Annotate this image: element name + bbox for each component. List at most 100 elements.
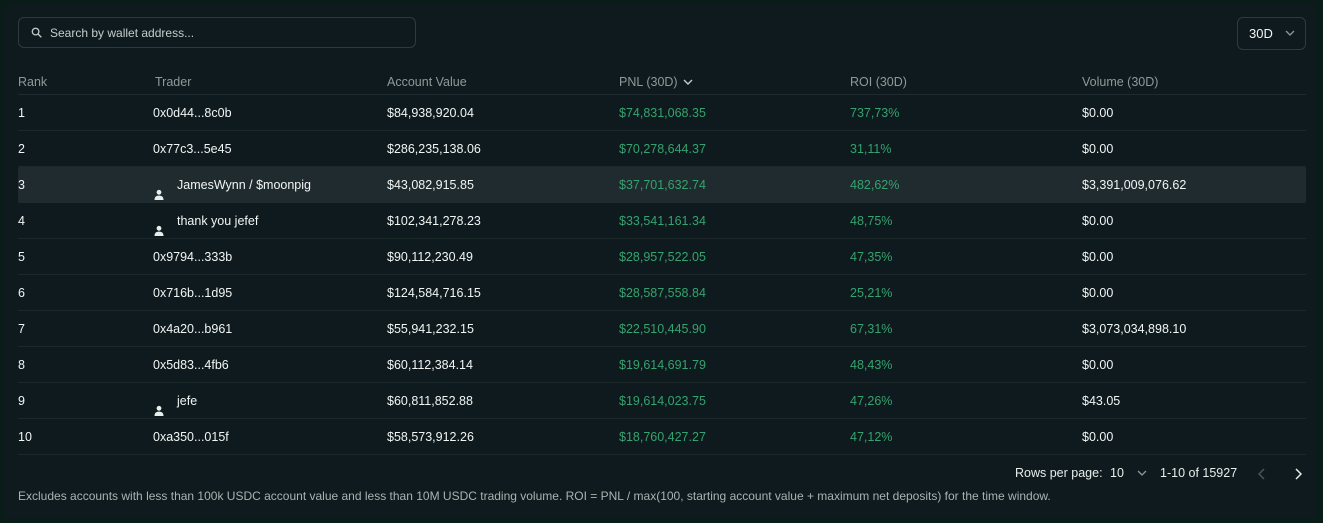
table-row[interactable]: 8 0x5d83...4fb6 $60,112,384.14 $19,614,691.… (18, 347, 1306, 383)
trader-name[interactable]: 0x77c3...5e45 (153, 131, 232, 167)
trader-cell[interactable]: 0x5d83...4fb6 (153, 347, 229, 383)
trader-name[interactable]: jefe (177, 383, 197, 419)
roi-cell: 47,35% (850, 250, 893, 264)
user-icon (153, 179, 165, 200)
pnl-cell: $19,614,691.79 (619, 358, 706, 372)
trader-cell[interactable]: 0x77c3...5e45 (153, 131, 232, 167)
account-value-cell: $84,938,920.04 (387, 106, 474, 120)
column-header-pnl-label: PNL (30D) (619, 75, 678, 89)
search-box[interactable] (18, 17, 416, 48)
rank-cell: 5 (18, 250, 25, 264)
rank-cell: 9 (18, 394, 25, 408)
pnl-cell: $70,278,644.37 (619, 142, 706, 156)
period-select[interactable]: 30D (1237, 17, 1306, 50)
trader-cell[interactable]: 0x0d44...8c0b (153, 95, 232, 131)
trader-name[interactable]: thank you jefef (177, 203, 258, 239)
table-row[interactable]: 10 0xa350...015f $58,573,912.26 $18,760,427… (18, 419, 1306, 455)
volume-cell: $43.05 (1082, 394, 1121, 408)
trader-name[interactable]: 0x0d44...8c0b (153, 95, 232, 131)
account-value-cell: $60,811,852.88 (387, 394, 473, 408)
column-header-pnl[interactable]: PNL (30D) (619, 75, 693, 89)
account-value-cell: $124,584,716.15 (387, 286, 481, 300)
column-header-roi[interactable]: ROI (30D) (850, 75, 907, 89)
user-icon (153, 215, 165, 236)
trader-cell[interactable]: 0x716b...1d95 (153, 275, 232, 311)
account-value-cell: $55,941,232.15 (387, 322, 474, 336)
account-value-cell: $58,573,912.26 (387, 430, 474, 444)
trader-cell[interactable]: thank you jefef (153, 203, 258, 239)
volume-cell: $3,391,009,076.62 (1082, 178, 1187, 192)
table-row[interactable]: 5 0x9794...333b $90,112,230.49 $28,957,522.… (18, 239, 1306, 275)
pnl-cell: $28,957,522.05 (619, 250, 706, 264)
rows-per-page-label: Rows per page: (1015, 466, 1103, 480)
rank-cell: 4 (18, 214, 25, 228)
footnote: Excludes accounts with less than 100k US… (18, 489, 1051, 503)
account-value-cell: $102,341,278.23 (387, 214, 481, 228)
volume-cell: $0.00 (1082, 430, 1114, 444)
volume-cell: $3,073,034,898.10 (1082, 322, 1187, 336)
pnl-cell: $19,614,023.75 (619, 394, 706, 408)
volume-cell: $0.00 (1082, 358, 1114, 372)
table-row[interactable]: 7 0x4a20...b961 $55,941,232.15 $22,510,445.… (18, 311, 1306, 347)
leaderboard-panel: 30D Rank Trader Account Value PNL (30D) … (4, 4, 1316, 518)
table-row[interactable]: 9 jefe $60,811,852.88 $19,614,023.75 47,26% $… (18, 383, 1306, 419)
roi-cell: 737,73% (850, 106, 900, 120)
search-input[interactable] (50, 25, 390, 40)
table-row[interactable]: 4 thank you jefef $102,341,278.23 $33,541,1… (18, 203, 1306, 239)
trader-cell[interactable]: 0x4a20...b961 (153, 311, 232, 347)
trader-name[interactable]: 0x4a20...b961 (153, 311, 232, 347)
trader-name[interactable]: 0xa350...015f (153, 419, 229, 455)
pnl-cell: $74,831,068.35 (619, 106, 706, 120)
trader-cell[interactable]: jefe (153, 383, 197, 419)
volume-cell: $0.00 (1082, 286, 1114, 300)
rows-per-page-select[interactable]: 10 (1110, 466, 1147, 480)
trader-name[interactable]: 0x716b...1d95 (153, 275, 232, 311)
table-row[interactable]: 2 0x77c3...5e45 $286,235,138.06 $70,278,644… (18, 131, 1306, 167)
roi-cell: 48,43% (850, 358, 893, 372)
pnl-cell: $37,701,632.74 (619, 178, 706, 192)
table-row[interactable]: 3 JamesWynn / $moonpig $43,082,915.85 $37,7… (18, 167, 1306, 203)
trader-cell[interactable]: JamesWynn / $moonpig (153, 167, 311, 203)
roi-cell: 31,11% (850, 142, 892, 156)
volume-cell: $0.00 (1082, 106, 1114, 120)
roi-cell: 48,75% (850, 214, 893, 228)
pagination-range: 1-10 of 15927 (1160, 466, 1238, 480)
roi-cell: 25,21% (850, 286, 893, 300)
sort-desc-icon (683, 79, 693, 85)
trader-cell[interactable]: 0x9794...333b (153, 239, 232, 275)
rank-cell: 10 (18, 430, 32, 444)
table-row[interactable]: 1 0x0d44...8c0b $84,938,920.04 $74,831,068.… (18, 95, 1306, 131)
volume-cell: $0.00 (1082, 142, 1114, 156)
rank-cell: 1 (18, 106, 25, 120)
rank-cell: 6 (18, 286, 25, 300)
search-icon (31, 27, 42, 38)
row-divider (18, 454, 1306, 455)
period-value: 30D (1249, 26, 1273, 41)
column-header-volume[interactable]: Volume (30D) (1082, 75, 1158, 89)
pnl-cell: $33,541,161.34 (619, 214, 706, 228)
pnl-cell: $18,760,427.27 (619, 430, 706, 444)
chevron-left-icon[interactable] (1258, 468, 1266, 480)
chevron-down-icon (1137, 470, 1147, 476)
chevron-down-icon (1285, 30, 1295, 36)
pnl-cell: $22,510,445.90 (619, 322, 706, 336)
trader-name[interactable]: 0x9794...333b (153, 239, 232, 275)
trader-name[interactable]: 0x5d83...4fb6 (153, 347, 229, 383)
column-header-trader[interactable]: Trader (155, 75, 191, 89)
rows-per-page-value: 10 (1110, 466, 1124, 480)
pnl-cell: $28,587,558.84 (619, 286, 706, 300)
column-header-account-value[interactable]: Account Value (387, 75, 467, 89)
table-row[interactable]: 6 0x716b...1d95 $124,584,716.15 $28,587,558… (18, 275, 1306, 311)
column-header-rank[interactable]: Rank (18, 75, 47, 89)
roi-cell: 482,62% (850, 178, 900, 192)
user-icon (153, 395, 165, 416)
chevron-right-icon[interactable] (1294, 468, 1302, 480)
rank-cell: 2 (18, 142, 25, 156)
roi-cell: 67,31% (850, 322, 893, 336)
volume-cell: $0.00 (1082, 214, 1114, 228)
trader-cell[interactable]: 0xa350...015f (153, 419, 229, 455)
account-value-cell: $90,112,230.49 (387, 250, 473, 264)
roi-cell: 47,26% (850, 394, 893, 408)
trader-name[interactable]: JamesWynn / $moonpig (177, 167, 311, 203)
roi-cell: 47,12% (850, 430, 893, 444)
